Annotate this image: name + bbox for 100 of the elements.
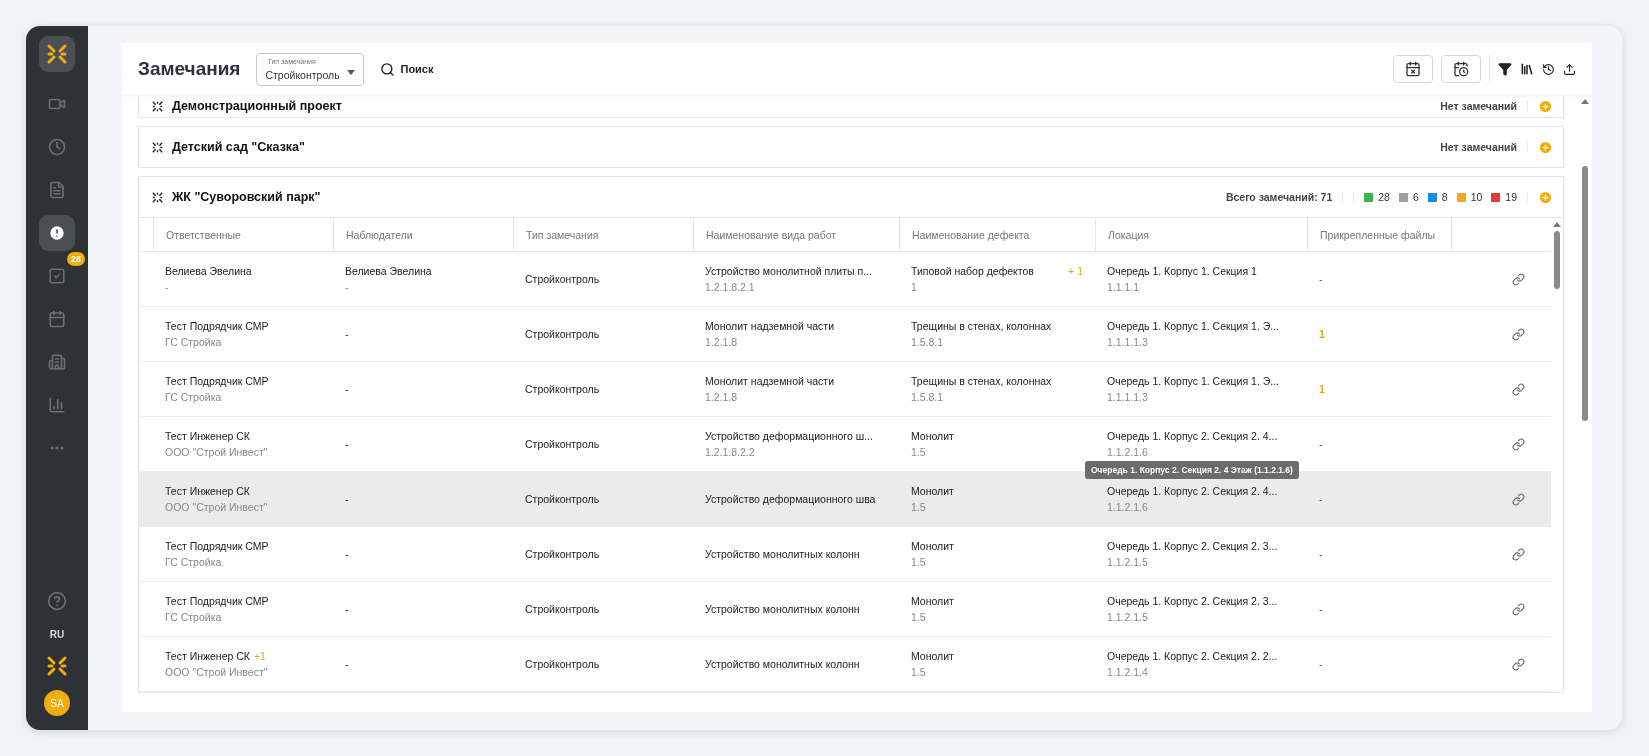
column-header[interactable]: Тип замечания (513, 218, 693, 251)
link-button[interactable] (1512, 272, 1525, 286)
table-cell-text: - (345, 548, 350, 560)
status-text: Нет замечаний (1440, 100, 1528, 112)
table-cell-text: Стройконтроль (525, 273, 601, 285)
total-count: Всего замечаний: 71 (1225, 191, 1344, 203)
table-cell-text: Очередь 1. Корпус 2. Секция 2. 4... (1107, 485, 1279, 497)
link-button[interactable] (1512, 327, 1525, 341)
calendar-x-button[interactable] (1393, 55, 1433, 83)
table-cell-text: Очередь 1. Корпус 2. Секция 2. 3... (1107, 595, 1279, 607)
table-cell: Тест Подрядчик СМР (165, 540, 269, 552)
books-icon[interactable] (1520, 62, 1534, 76)
link-button[interactable] (1512, 657, 1525, 671)
table-cell-text: 1.2.1.8.2.1 (705, 281, 756, 293)
table-cell-text: 1.1.2.1.6 (1107, 446, 1149, 458)
table-cell-text: 1.2.1.8.2.2 (705, 446, 756, 458)
table-cell: Велиева Эвелина (165, 265, 252, 277)
history-icon[interactable] (1542, 62, 1555, 76)
link-button[interactable] (1512, 492, 1525, 506)
status-count: 8 (1441, 191, 1448, 203)
table-cell-text: - (345, 383, 350, 395)
file-count: - (1319, 658, 1324, 670)
upload-icon[interactable] (1563, 62, 1576, 76)
link-icon (1512, 547, 1525, 561)
table-cell-text: - (345, 493, 350, 505)
table-cell: Трещины в стенах, колоннах (911, 375, 1052, 387)
page-title: Замечания (138, 58, 241, 80)
table-cell-text: - (345, 658, 350, 670)
chart-icon (48, 396, 66, 414)
table-cell-text: Стройконтроль (525, 328, 601, 340)
table-cell-text: 1.5 (911, 611, 927, 623)
more-icon (50, 446, 64, 450)
notification-badge: 28 (67, 252, 85, 266)
search-icon (380, 61, 396, 77)
table-cell-text: 1 (911, 281, 918, 293)
link-icon (1512, 272, 1525, 286)
table-cell-text: ГС Стройка (165, 611, 223, 623)
project-name[interactable]: Демонстрационный проект (172, 99, 342, 113)
calendar-clock-button[interactable] (1441, 55, 1481, 83)
table-cell: Тест Подрядчик СМР (165, 320, 269, 332)
help-icon[interactable] (47, 591, 67, 611)
filter-icon[interactable] (1498, 62, 1512, 76)
column-header[interactable]: Наблюдатели (333, 218, 513, 251)
table-cell-text: 1.5 (911, 666, 927, 678)
table-cell-text: Велиева Эвелина (345, 265, 433, 277)
link-button[interactable] (1512, 602, 1525, 616)
table-cell-text: 1.2.1.8 (705, 336, 739, 348)
project-icon (151, 99, 164, 113)
project-name[interactable]: Детский сад "Сказка" (172, 140, 305, 154)
table-cell-text: ООО "Строй Инвест" (165, 501, 269, 513)
status-count: 10 (1470, 191, 1483, 203)
table-cell-text: 1.5 (911, 446, 927, 458)
table-cell: Типовой набор дефектов (911, 265, 1034, 277)
table-cell: Монолит (911, 485, 954, 497)
link-button[interactable] (1512, 547, 1525, 561)
table-cell-text: Очередь 1. Корпус 1. Секция 1 (1107, 265, 1258, 277)
project-name[interactable]: ЖК "Суворовский парк" (172, 190, 321, 204)
column-header[interactable]: Наименование вида работ (693, 218, 899, 251)
column-header[interactable]: Наименование дефекта (899, 218, 1095, 251)
file-count: - (1319, 273, 1324, 285)
table-cell-text: ГС Стройка (165, 391, 223, 403)
alert-button[interactable] (39, 215, 75, 251)
link-button[interactable] (1512, 382, 1525, 396)
table-cell-text: - (345, 438, 350, 450)
table-cell-text: 1.1.2.1.6 (1107, 501, 1149, 513)
tooltip: Очередь 1. Корпус 2. Секция 2. 4 Этаж (1.1.2.1.6) (1085, 461, 1299, 479)
file-count: - (1319, 548, 1324, 560)
column-header[interactable]: Ответственные (153, 218, 333, 251)
table-cell-text: ООО "Строй Инвест" (165, 446, 269, 458)
link-button[interactable] (1512, 437, 1525, 451)
table-cell-text: Устройство монолитных колонн (705, 603, 861, 615)
link-icon (1512, 437, 1525, 451)
column-header[interactable]: Локация (1095, 218, 1307, 251)
table-cell: Тест Инженер СК (165, 430, 250, 442)
table-cell-text: ООО "Строй Инвест" (165, 666, 269, 678)
table-cell-text: 1.1.1.1 (1107, 281, 1141, 293)
project-icon (151, 140, 164, 154)
logo-icon (45, 654, 69, 678)
document-icon (48, 181, 66, 199)
table-cell-text: Стройконтроль (525, 548, 601, 560)
table-cell-text: Устройство деформационного шва (705, 493, 877, 505)
table-cell-text: Очередь 1. Корпус 1. Секция 1. Э... (1107, 375, 1281, 387)
table-cell-text: Очередь 1. Корпус 1. Секция 1. Э... (1107, 320, 1281, 332)
status-count: 19 (1505, 191, 1517, 203)
table-cell-text: 1.2.1.8 (705, 391, 739, 403)
table-cell-text: - (345, 603, 350, 615)
calendar-clock-icon (1453, 61, 1469, 77)
column-header[interactable]: Прикрепленные файлы (1307, 218, 1451, 251)
extra-count: + 1 (1068, 265, 1083, 277)
link-icon (1512, 492, 1525, 506)
file-count: - (1319, 438, 1324, 450)
file-count: - (1319, 603, 1324, 615)
language-label: RU (49, 629, 65, 640)
table-cell: Монолит (911, 430, 954, 442)
search-button[interactable]: Поиск (374, 60, 440, 78)
table-cell: Тест Инженер СК (165, 650, 250, 662)
table-cell: Трещины в стенах, колоннах (911, 320, 1052, 332)
table-cell-text: 1.1.2.1.4 (1107, 666, 1149, 678)
table-cell: Монолит (911, 650, 954, 662)
table-cell: Монолит (911, 595, 954, 607)
